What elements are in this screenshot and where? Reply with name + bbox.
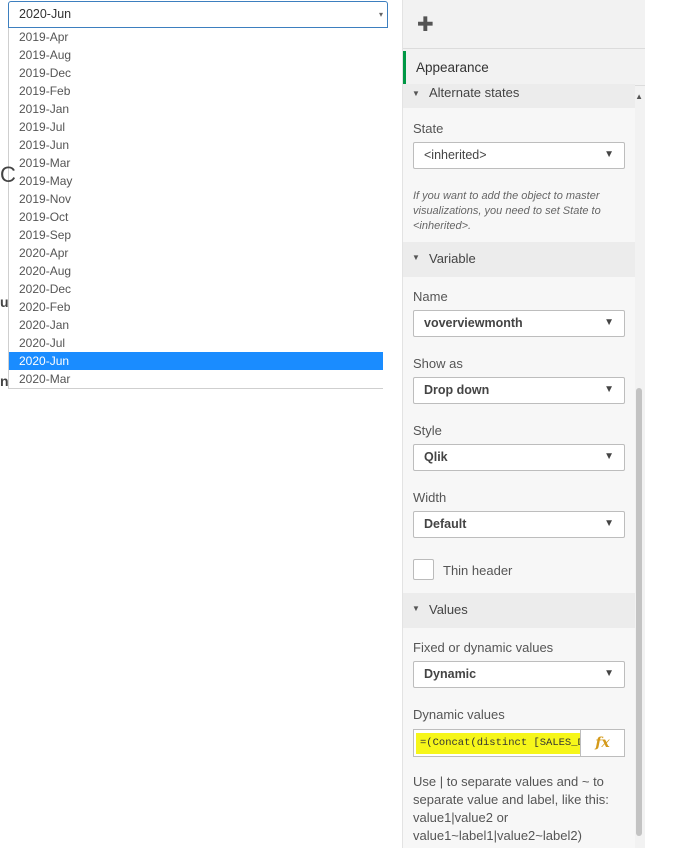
state-note: If you want to add the object to master … (413, 190, 601, 232)
dropdown-option[interactable]: 2020-Dec (9, 280, 383, 298)
dropdown-option[interactable]: 2020-Feb (9, 298, 383, 316)
section-values-label: Values (429, 602, 468, 617)
state-value: <inherited> (424, 148, 487, 162)
section-alternate-states[interactable]: ▼ Alternate states (403, 84, 635, 108)
dropdown-option[interactable]: 2019-Nov (9, 190, 383, 208)
background-fragment-n: n (0, 373, 9, 389)
dropdown-option[interactable]: 2019-Jun (9, 136, 383, 154)
triangle-down-icon: ▼ (604, 518, 614, 529)
fixed-dynamic-label: Fixed or dynamic values (413, 640, 554, 655)
values-help-text: Use | to separate values and ~ to separa… (413, 774, 609, 843)
state-select[interactable]: <inherited> ▼ (413, 142, 625, 169)
background-fragment-c: C (0, 162, 16, 187)
triangle-down-icon: ▼ (604, 384, 614, 395)
dropdown-option[interactable]: 2019-Mar (9, 154, 383, 172)
dropdown-option[interactable]: 2019-May (9, 172, 383, 190)
dropdown-option[interactable]: 2019-Apr (9, 28, 383, 46)
dropdown-list[interactable]: 2019-Apr 2019-Aug 2019-Dec 2019-Feb 2019-Jan… (8, 28, 383, 389)
collapse-triangle-icon: ▼ (412, 604, 420, 613)
panel-header: ✚ (403, 0, 645, 49)
dropdown-option[interactable]: 2019-Oct (9, 208, 383, 226)
dropdown-option[interactable]: 2019-Jan (9, 100, 383, 118)
dropdown-option[interactable]: 2020-Aug (9, 262, 383, 280)
dynamic-values-label: Dynamic values (413, 707, 505, 722)
thin-header-checkbox[interactable] (413, 559, 434, 580)
show-as-value: Drop down (424, 383, 490, 397)
dropdown-option[interactable]: 2019-Sep (9, 226, 383, 244)
thin-header-label: Thin header (443, 563, 513, 578)
triangle-down-icon: ▼ (604, 451, 614, 462)
name-value: voverviewmonth (424, 316, 523, 330)
collapse-triangle-icon: ▼ (412, 253, 420, 262)
width-select[interactable]: Default ▼ (413, 511, 625, 538)
dropdown-option[interactable]: 2020-Jan (9, 316, 383, 334)
triangle-down-icon: ▼ (604, 668, 614, 679)
dropdown-option[interactable]: 2019-Jul (9, 118, 383, 136)
dropdown-option[interactable]: 2019-Dec (9, 64, 383, 82)
fx-icon[interactable]: fx (580, 730, 624, 756)
collapse-triangle-icon: ▼ (412, 89, 420, 98)
dropdown-option[interactable]: 2019-Feb (9, 82, 383, 100)
panel-scrollbar[interactable] (636, 388, 642, 836)
section-variable[interactable]: ▼ Variable (403, 242, 635, 277)
variable-dropdown[interactable]: 2020-Jun ▾ (8, 1, 388, 28)
fixed-dynamic-value: Dynamic (424, 667, 477, 681)
triangle-down-icon: ▼ (604, 317, 614, 328)
dropdown-option[interactable]: 2020-Jun (9, 352, 383, 370)
name-label: Name (413, 289, 448, 304)
dropdown-option[interactable]: 2019-Aug (9, 46, 383, 64)
width-label: Width (413, 490, 447, 505)
expression-text[interactable]: =(Concat(distinct [SALES_DA (416, 733, 581, 754)
state-label: State (413, 121, 444, 136)
dynamic-values-expression-input[interactable]: =(Concat(distinct [SALES_DA fx (413, 729, 625, 757)
name-select[interactable]: voverviewmonth ▼ (413, 310, 625, 337)
tab-appearance-label: Appearance (416, 60, 489, 75)
section-values[interactable]: ▼ Values (403, 593, 635, 628)
tab-appearance[interactable]: Appearance (403, 51, 645, 86)
dropdown-option[interactable]: 2020-Apr (9, 244, 383, 262)
width-value: Default (424, 517, 467, 531)
background-fragment-u: u (0, 294, 9, 310)
show-as-select[interactable]: Drop down ▼ (413, 377, 625, 404)
dropdown-selected-value: 2020-Jun (19, 7, 72, 21)
chevron-down-icon: ▾ (378, 10, 383, 19)
show-as-label: Show as (413, 356, 463, 371)
puzzle-icon[interactable]: ✚ (417, 12, 434, 37)
dropdown-option[interactable]: 2020-Mar (9, 370, 383, 388)
scroll-up-icon[interactable]: ▲ (635, 92, 643, 101)
triangle-down-icon: ▼ (604, 149, 614, 160)
section-alternate-states-label: Alternate states (429, 85, 520, 100)
style-select[interactable]: Qlik ▼ (413, 444, 625, 471)
section-variable-label: Variable (429, 251, 476, 266)
style-label: Style (413, 423, 442, 438)
fixed-dynamic-select[interactable]: Dynamic ▼ (413, 661, 625, 688)
dropdown-option[interactable]: 2020-Jul (9, 334, 383, 352)
style-value: Qlik (424, 450, 448, 464)
